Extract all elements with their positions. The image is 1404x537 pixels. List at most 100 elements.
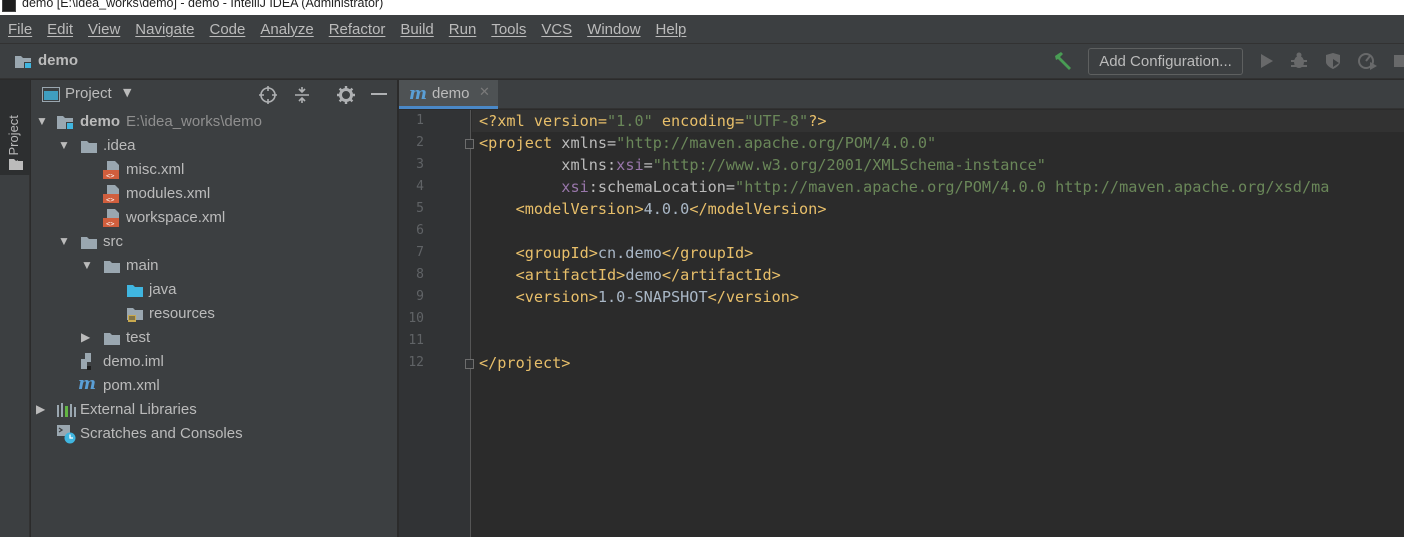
menu-build[interactable]: Build	[398, 21, 435, 38]
editor-tab-demo[interactable]: m demo ✕	[399, 80, 498, 109]
tree-item-label: resources	[149, 305, 215, 322]
menu-window[interactable]: Window	[585, 21, 642, 38]
code-line-1[interactable]: <?xml version="1.0" encoding="UTF-8"?>	[479, 110, 826, 132]
stop-icon[interactable]	[1392, 52, 1404, 70]
hide-panel-icon[interactable]	[371, 93, 387, 96]
line-number: 9	[416, 289, 424, 304]
breadcrumb-demo[interactable]: demo	[38, 52, 78, 69]
collapse-all-icon[interactable]	[294, 86, 310, 104]
expand-arrow-icon[interactable]: ▼	[81, 258, 93, 272]
close-icon[interactable]: ✕	[479, 85, 490, 100]
tree-item-pom-xml[interactable]: m pom.xml	[31, 374, 398, 398]
tree-item-label: modules.xml	[126, 185, 211, 202]
folder-icon	[104, 261, 120, 273]
menu-help[interactable]: Help	[654, 21, 689, 38]
tree-item-label: main	[126, 257, 159, 274]
tree-item-label: java	[149, 281, 177, 298]
svg-text:<>: <>	[106, 196, 114, 203]
menu-navigate[interactable]: Navigate	[133, 21, 196, 38]
window-title-bar: demo [E:\idea_works\demo] - demo - Intel…	[0, 0, 1404, 15]
menu-analyze[interactable]: Analyze	[258, 21, 315, 38]
module-folder-icon	[15, 56, 31, 68]
menu-edit[interactable]: Edit	[45, 21, 75, 38]
line-number: 10	[408, 311, 424, 326]
tree-item-test[interactable]: ▶ test	[31, 326, 398, 350]
line-number: 8	[416, 267, 424, 282]
folder-icon	[9, 159, 23, 170]
code-line-9[interactable]: <version>1.0-SNAPSHOT</version>	[479, 286, 799, 308]
tree-item-label: demo	[80, 113, 121, 130]
menu-tools[interactable]: Tools	[489, 21, 528, 38]
code-line-2[interactable]: <project xmlns="http://maven.apache.org/…	[479, 132, 936, 154]
project-view-title[interactable]: Project	[65, 85, 112, 102]
code-line-8[interactable]: <artifactId>demo</artifactId>	[479, 264, 781, 286]
tree-item-idea[interactable]: ▼ .idea	[31, 134, 398, 158]
line-number: 1	[416, 113, 424, 128]
tree-item-src[interactable]: ▼ src	[31, 230, 398, 254]
locate-target-icon[interactable]	[259, 86, 277, 104]
tree-item-label: External Libraries	[80, 401, 197, 418]
project-tool-window: Project ▼ ▼ demo E:\idea_works\demo ▼ .i…	[31, 80, 398, 537]
tree-item-external-libraries[interactable]: ▶ External Libraries	[31, 398, 398, 422]
code-line-5[interactable]: <modelVersion>4.0.0</modelVersion>	[479, 198, 827, 220]
xml-file-icon: <>	[103, 209, 119, 227]
fold-marker-icon[interactable]	[465, 359, 474, 369]
menu-code[interactable]: Code	[207, 21, 247, 38]
run-with-coverage-icon[interactable]	[1324, 52, 1342, 70]
build-hammer-icon[interactable]	[1052, 51, 1074, 71]
code-line-7[interactable]: <groupId>cn.demo</groupId>	[479, 242, 754, 264]
menu-bar: File Edit View Navigate Code Analyze Ref…	[0, 15, 1404, 43]
gear-icon[interactable]	[337, 86, 355, 104]
add-configuration-button[interactable]: Add Configuration...	[1088, 48, 1243, 75]
source-folder-icon	[127, 285, 143, 297]
code-line-12[interactable]: </project>	[479, 352, 570, 374]
menu-file[interactable]: File	[6, 21, 34, 38]
editor-gutter: 1 2 3 4 5 6 7 8 9 10 11 12	[399, 110, 474, 537]
expand-arrow-icon[interactable]: ▼	[36, 114, 48, 128]
svg-text:<>: <>	[106, 172, 114, 179]
editor-tab-label: demo	[432, 85, 470, 102]
module-folder-icon	[57, 116, 73, 129]
menu-run[interactable]: Run	[447, 21, 479, 38]
resources-folder-icon	[127, 308, 143, 322]
editor-tabs: m demo ✕	[399, 80, 1404, 109]
code-line-3[interactable]: xmlns:xsi="http://www.w3.org/2001/XMLSch…	[479, 154, 1046, 176]
tree-item-label: Scratches and Consoles	[80, 425, 243, 442]
debug-icon[interactable]	[1290, 52, 1308, 70]
line-number: 6	[416, 223, 424, 238]
tree-item-demo-iml[interactable]: demo.iml	[31, 350, 398, 374]
tree-item-misc-xml[interactable]: <> misc.xml	[31, 158, 398, 182]
line-number: 4	[416, 179, 424, 194]
tree-item-label: test	[126, 329, 151, 346]
tree-item-scratches[interactable]: Scratches and Consoles	[31, 422, 398, 446]
menu-vcs[interactable]: VCS	[539, 21, 574, 38]
folder-icon	[104, 333, 120, 345]
expand-arrow-icon[interactable]: ▶	[81, 330, 93, 344]
code-line-4[interactable]: xsi:schemaLocation="http://maven.apache.…	[479, 176, 1329, 198]
project-tool-tab[interactable]: 1: Project	[0, 80, 30, 175]
menu-refactor[interactable]: Refactor	[327, 21, 388, 38]
line-number: 7	[416, 245, 424, 260]
iml-file-icon	[81, 353, 91, 370]
tree-item-demo[interactable]: ▼ demo E:\idea_works\demo	[31, 110, 398, 134]
line-number: 5	[416, 201, 424, 216]
menu-view[interactable]: View	[86, 21, 122, 38]
profile-icon[interactable]	[1358, 52, 1378, 70]
tree-item-java[interactable]: java	[31, 278, 398, 302]
expand-arrow-icon[interactable]: ▶	[36, 402, 48, 416]
tree-item-modules-xml[interactable]: <> modules.xml	[31, 182, 398, 206]
tree-item-label: src	[103, 233, 123, 250]
chevron-down-icon[interactable]: ▼	[123, 86, 131, 99]
tree-item-main[interactable]: ▼ main	[31, 254, 398, 278]
expand-arrow-icon[interactable]: ▼	[58, 138, 70, 152]
line-number: 11	[408, 333, 424, 348]
folder-icon	[81, 237, 97, 249]
tree-item-workspace-xml[interactable]: <> workspace.xml	[31, 206, 398, 230]
line-number: 3	[416, 157, 424, 172]
run-icon[interactable]	[1259, 52, 1275, 70]
tree-item-resources[interactable]: resources	[31, 302, 398, 326]
expand-arrow-icon[interactable]: ▼	[58, 234, 70, 248]
line-number: 12	[408, 355, 424, 370]
fold-marker-icon[interactable]	[465, 139, 474, 149]
editor-area: m demo ✕ 1 2 3 4 5 6 7 8 9 10 11 12 <?xm…	[399, 80, 1404, 537]
